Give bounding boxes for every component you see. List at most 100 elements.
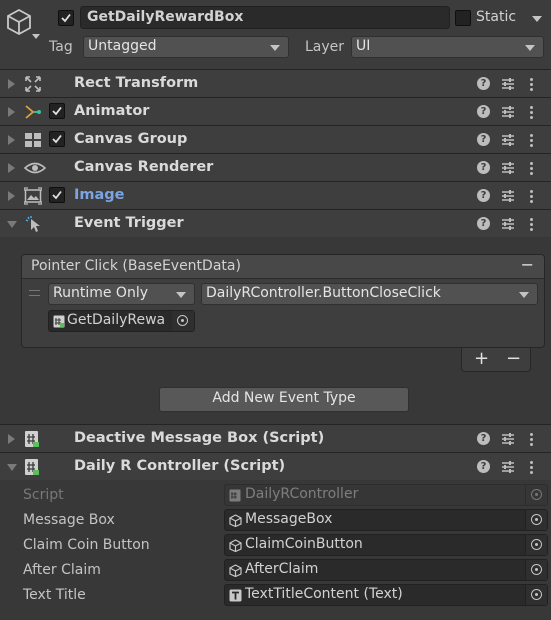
fold-arrow-icon[interactable] <box>8 79 15 89</box>
target-icon <box>177 315 188 326</box>
component-header-icons: ? <box>477 430 543 448</box>
event-entry: Pointer Click (BaseEventData) − Runtime … <box>21 254 545 348</box>
component-header-icons: ? <box>477 75 543 93</box>
text-title-value: TextTitleContent (Text) <box>245 586 403 602</box>
gameobject-header: GetDailyRewardBox Static Tag Untagged La… <box>0 0 551 69</box>
target-icon <box>531 589 542 600</box>
object-picker-button[interactable] <box>525 510 547 530</box>
script-icon <box>229 489 241 502</box>
help-icon[interactable]: ? <box>477 189 490 202</box>
component-enabled-checkbox[interactable] <box>49 103 65 119</box>
context-menu-icon[interactable] <box>527 458 537 476</box>
tag-dropdown[interactable]: Untagged <box>83 36 289 58</box>
object-name-field[interactable]: GetDailyRewardBox <box>80 6 450 29</box>
layer-dropdown[interactable]: UI <box>351 36 544 58</box>
component-enabled-checkbox[interactable] <box>49 131 65 147</box>
component-title: Animator <box>74 103 150 119</box>
gameobject-icon <box>229 539 242 552</box>
component-header-icons: ? <box>477 131 543 149</box>
fold-arrow-icon[interactable] <box>8 107 15 117</box>
component-header-icons: ? <box>477 215 543 233</box>
preset-icon[interactable] <box>501 132 515 148</box>
fold-arrow-icon[interactable] <box>8 191 15 201</box>
claim-coin-button-value: ClaimCoinButton <box>245 536 363 552</box>
claim-coin-button-field[interactable]: ClaimCoinButton <box>224 534 548 556</box>
tag-label: Tag <box>49 39 73 55</box>
help-icon[interactable]: ? <box>477 161 490 174</box>
component-header-icons: ? <box>477 187 543 205</box>
message-box-value: MessageBox <box>245 511 333 527</box>
image-icon <box>23 187 43 205</box>
fold-arrow-icon[interactable] <box>8 163 15 173</box>
help-icon[interactable]: ? <box>477 133 490 146</box>
fold-arrow-icon[interactable] <box>8 434 15 444</box>
target-object-field[interactable]: GetDailyRewa <box>48 310 195 332</box>
event-trigger-body: Pointer Click (BaseEventData) − Runtime … <box>0 237 551 424</box>
add-listener-button[interactable]: + <box>474 348 489 369</box>
chevron-down-icon <box>176 292 186 298</box>
function-dropdown[interactable]: DailyRController.ButtonCloseClick <box>201 283 538 305</box>
context-menu-icon[interactable] <box>527 187 537 205</box>
help-icon[interactable]: ? <box>477 105 490 118</box>
component-header-icons: ? <box>477 103 543 121</box>
component-canvas-group[interactable]: Canvas Group ? <box>0 125 551 153</box>
component-event-trigger[interactable]: Event Trigger ? <box>0 209 551 237</box>
static-dropdown-arrow-icon[interactable] <box>532 16 542 22</box>
object-picker-button[interactable] <box>172 311 194 331</box>
component-header-icons: ? <box>477 159 543 177</box>
fold-arrow-icon[interactable] <box>7 464 17 471</box>
after-claim-field[interactable]: AfterClaim <box>224 559 548 581</box>
icon-dropdown-arrow-icon <box>32 34 40 39</box>
object-picker-button[interactable] <box>525 585 547 605</box>
field-label-after-claim: After Claim <box>23 562 101 578</box>
component-title: Rect Transform <box>74 75 199 91</box>
runtime-only-dropdown[interactable]: Runtime Only <box>48 283 195 305</box>
message-box-field[interactable]: MessageBox <box>224 509 548 531</box>
context-menu-icon[interactable] <box>527 103 537 121</box>
preset-icon[interactable] <box>501 104 515 120</box>
context-menu-icon[interactable] <box>527 75 537 93</box>
object-picker-button[interactable] <box>525 560 547 580</box>
remove-listener-button[interactable]: − <box>506 348 521 369</box>
fold-arrow-icon[interactable] <box>7 221 17 228</box>
component-deactive-message-box[interactable]: Deactive Message Box (Script) ? <box>0 424 551 452</box>
help-icon[interactable]: ? <box>477 460 490 473</box>
chevron-down-icon <box>519 292 529 298</box>
gameobject-icon <box>229 564 242 577</box>
preset-icon[interactable] <box>501 459 515 475</box>
component-image[interactable]: Image ? <box>0 181 551 209</box>
preset-icon[interactable] <box>501 76 515 92</box>
active-checkbox[interactable] <box>58 10 74 26</box>
context-menu-icon[interactable] <box>527 131 537 149</box>
component-canvas-renderer[interactable]: Canvas Renderer ? <box>0 153 551 181</box>
preset-icon[interactable] <box>501 216 515 232</box>
tag-value: Untagged <box>88 38 157 54</box>
component-daily-r-controller[interactable]: Daily R Controller (Script) ? <box>0 452 551 480</box>
add-new-event-type-button[interactable]: Add New Event Type <box>159 387 409 412</box>
context-menu-icon[interactable] <box>527 215 537 233</box>
rect-transform-icon <box>24 75 42 93</box>
object-picker-button <box>525 485 547 505</box>
help-icon[interactable]: ? <box>477 217 490 230</box>
preset-icon[interactable] <box>501 431 515 447</box>
text-icon <box>229 589 242 602</box>
component-animator[interactable]: Animator ? <box>0 97 551 125</box>
after-claim-value: AfterClaim <box>245 561 319 577</box>
remove-event-button[interactable]: − <box>521 255 534 274</box>
context-menu-icon[interactable] <box>527 430 537 448</box>
drag-handle-icon[interactable] <box>29 290 40 296</box>
static-checkbox[interactable] <box>455 10 471 26</box>
text-title-field[interactable]: TextTitleContent (Text) <box>224 584 548 606</box>
help-icon[interactable]: ? <box>477 77 490 90</box>
object-picker-button[interactable] <box>525 535 547 555</box>
context-menu-icon[interactable] <box>527 159 537 177</box>
help-icon[interactable]: ? <box>477 432 490 445</box>
fold-arrow-icon[interactable] <box>8 135 15 145</box>
component-enabled-checkbox[interactable] <box>49 187 65 203</box>
preset-icon[interactable] <box>501 188 515 204</box>
event-trigger-icon <box>24 215 42 233</box>
component-rect-transform[interactable]: Rect Transform ? <box>0 69 551 97</box>
gameobject-cube-icon[interactable] <box>6 8 46 44</box>
event-list-footer: + − <box>461 348 531 372</box>
preset-icon[interactable] <box>501 160 515 176</box>
